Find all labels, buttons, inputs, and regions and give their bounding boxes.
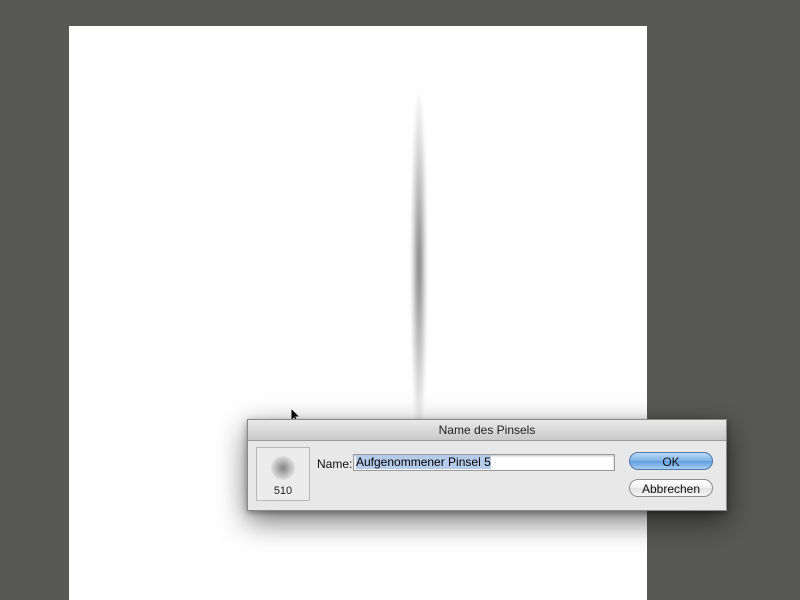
cancel-button[interactable]: Abbrechen: [629, 479, 713, 497]
name-input[interactable]: Aufgenommener Pinsel 5: [353, 454, 615, 471]
dialog-title: Name des Pinsels: [438, 423, 536, 437]
ok-button[interactable]: OK: [629, 452, 713, 470]
brush-preview: 510: [256, 447, 310, 501]
brush-stroke: [411, 94, 427, 434]
document-canvas[interactable]: [69, 26, 647, 600]
brush-tip-icon: [271, 456, 295, 480]
name-label: Name:: [317, 457, 353, 471]
dialog-body: 510 Name: Aufgenommener Pinsel 5 OK Abbr…: [248, 441, 726, 510]
brush-size-label: 510: [273, 485, 293, 497]
workspace: Name des Pinsels 510 Name: Aufgenommener…: [0, 0, 800, 600]
brush-name-dialog: Name des Pinsels 510 Name: Aufgenommener…: [247, 419, 727, 511]
name-input-value: Aufgenommener Pinsel 5: [356, 455, 491, 469]
dialog-titlebar[interactable]: Name des Pinsels: [248, 420, 726, 441]
